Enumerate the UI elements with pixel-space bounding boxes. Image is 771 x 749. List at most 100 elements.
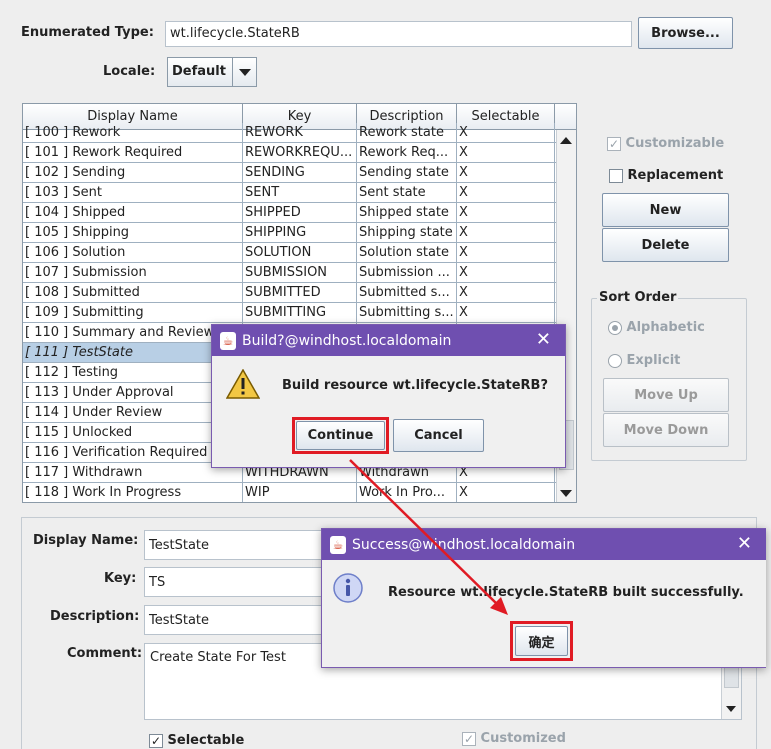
cell-display-name: [ 115 ] Unlocked — [23, 423, 243, 442]
cell-display-name: [ 113 ] Under Approval — [23, 383, 243, 402]
success-dialog: ☕ Success@windhost.localdomain ✕ Resourc… — [321, 528, 766, 668]
browse-button[interactable]: Browse... — [638, 17, 733, 49]
customized-label: Customized — [480, 731, 566, 746]
new-button[interactable]: New — [602, 193, 729, 227]
cell-description: Rework state — [357, 123, 457, 142]
cancel-button[interactable]: Cancel — [393, 419, 484, 452]
replacement-checkbox[interactable]: Replacement — [609, 168, 723, 183]
warning-icon — [225, 368, 261, 403]
cell-selectable: X — [457, 183, 555, 202]
cell-description: Submitting s... — [357, 303, 457, 322]
cell-display-name: [ 100 ] Rework — [23, 123, 243, 142]
cell-display-name: [ 116 ] Verification Required — [23, 443, 243, 462]
build-dialog-title: Build?@windhost.localdomain — [242, 332, 452, 349]
move-up-button[interactable]: Move Up — [603, 378, 729, 412]
success-dialog-titlebar[interactable]: ☕ Success@windhost.localdomain ✕ — [322, 529, 766, 560]
ok-button[interactable]: 确定 — [515, 626, 568, 656]
cell-description: Shipped state — [357, 203, 457, 222]
scroll-down-icon[interactable] — [560, 490, 572, 497]
cell-display-name: [ 110 ] Summary and Review — [23, 323, 243, 342]
cell-selectable: X — [457, 243, 555, 262]
display-name-label: Display Name: — [33, 533, 139, 548]
cell-selectable: X — [457, 303, 555, 322]
table-row[interactable]: [ 101 ] Rework Required REWORKREQU... Rewo… — [23, 143, 556, 163]
explicit-radio[interactable]: Explicit — [608, 353, 680, 368]
replacement-label: Replacement — [627, 168, 724, 183]
selectable-checkbox[interactable]: ✓ Selectable — [149, 733, 244, 748]
display-name-field[interactable]: TestState — [144, 530, 334, 560]
cell-selectable: X — [457, 483, 555, 502]
cell-display-name: [ 111 ] TestState — [23, 343, 243, 362]
cell-description: Sending state — [357, 163, 457, 182]
description-label: Description: — [50, 609, 140, 624]
cell-description: Submission ... — [357, 263, 457, 282]
table-row[interactable]: [ 102 ] Sending SENDING Sending state X — [23, 163, 556, 183]
cell-selectable: X — [457, 163, 555, 182]
cell-display-name: [ 109 ] Submitting — [23, 303, 243, 322]
checkmark-icon: ✓ — [462, 731, 476, 746]
move-down-button[interactable]: Move Down — [603, 413, 729, 447]
table-row[interactable]: [ 104 ] Shipped SHIPPED Shipped state X — [23, 203, 556, 223]
checkmark-icon: ✓ — [607, 136, 621, 151]
table-row[interactable]: [ 103 ] Sent SENT Sent state X — [23, 183, 556, 203]
cell-key: SENT — [243, 183, 357, 202]
comment-scroll-thumb[interactable] — [724, 666, 739, 688]
enumerated-type-label: Enumerated Type: — [21, 25, 154, 40]
unchecked-box-icon — [609, 168, 623, 183]
cell-key: SOLUTION — [243, 243, 357, 262]
customizable-checkbox[interactable]: ✓ Customizable — [607, 136, 724, 151]
cell-description: Shipping state — [357, 223, 457, 242]
cell-key: REWORKREQU... — [243, 143, 357, 162]
table-row[interactable]: [ 109 ] Submitting SUBMITTING Submitting s… — [23, 303, 556, 323]
table-row[interactable]: [ 118 ] Work In Progress WIP Work In Pro..… — [23, 483, 556, 502]
cell-description: Sent state — [357, 183, 457, 202]
java-icon: ☕ — [220, 331, 236, 350]
cell-key: WIP — [243, 483, 357, 502]
build-dialog-titlebar[interactable]: ☕ Build?@windhost.localdomain ✕ — [212, 325, 565, 356]
sort-order-label: Sort Order — [597, 290, 679, 305]
table-row[interactable]: [ 100 ] Rework REWORK Rework state X — [23, 123, 556, 143]
cell-display-name: [ 103 ] Sent — [23, 183, 243, 202]
scroll-up-icon[interactable] — [560, 137, 572, 144]
cell-display-name: [ 102 ] Sending — [23, 163, 243, 182]
close-icon[interactable]: ✕ — [536, 331, 551, 349]
comment-scroll-down-icon[interactable] — [726, 706, 736, 712]
explicit-label: Explicit — [626, 353, 681, 368]
alphabetic-label: Alphabetic — [626, 320, 705, 335]
key-field[interactable]: TS — [144, 567, 334, 597]
cell-display-name: [ 106 ] Solution — [23, 243, 243, 262]
alphabetic-radio[interactable]: Alphabetic — [608, 320, 705, 335]
close-icon[interactable]: ✕ — [737, 535, 752, 553]
table-row[interactable]: [ 108 ] Submitted SUBMITTED Submitted s...… — [23, 283, 556, 303]
build-dialog: ☕ Build?@windhost.localdomain ✕ Build re… — [211, 324, 566, 468]
locale-label: Locale: — [103, 64, 156, 79]
cell-display-name: [ 105 ] Shipping — [23, 223, 243, 242]
delete-button[interactable]: Delete — [602, 228, 729, 262]
locale-value: Default — [172, 64, 226, 79]
table-row[interactable]: [ 105 ] Shipping SHIPPING Shipping state X — [23, 223, 556, 243]
radio-empty-icon — [608, 353, 622, 368]
enumerated-type-field[interactable]: wt.lifecycle.StateRB — [165, 21, 632, 47]
cell-display-name: [ 108 ] Submitted — [23, 283, 243, 302]
cell-key: SUBMISSION — [243, 263, 357, 282]
continue-button[interactable]: Continue — [296, 421, 385, 450]
locale-select[interactable]: Default — [167, 57, 257, 87]
cell-key: SUBMITTED — [243, 283, 357, 302]
radio-selected-icon — [608, 320, 622, 335]
cell-key: SHIPPING — [243, 223, 357, 242]
customized-checkbox[interactable]: ✓ Customized — [462, 731, 566, 746]
cell-display-name: [ 117 ] Withdrawn — [23, 463, 243, 482]
cell-description: Work In Pro... — [357, 483, 457, 502]
cell-key: SENDING — [243, 163, 357, 182]
table-row[interactable]: [ 107 ] Submission SUBMISSION Submission .… — [23, 263, 556, 283]
cell-description: Submitted s... — [357, 283, 457, 302]
cell-description: Rework Req... — [357, 143, 457, 162]
cell-key: SUBMITTING — [243, 303, 357, 322]
selectable-label: Selectable — [167, 733, 245, 748]
cell-key: REWORK — [243, 123, 357, 142]
cell-selectable: X — [457, 283, 555, 302]
chevron-down-icon[interactable] — [232, 58, 256, 86]
table-row[interactable]: [ 106 ] Solution SOLUTION Solution state X — [23, 243, 556, 263]
description-field[interactable]: TestState — [144, 605, 334, 635]
cell-display-name: [ 101 ] Rework Required — [23, 143, 243, 162]
